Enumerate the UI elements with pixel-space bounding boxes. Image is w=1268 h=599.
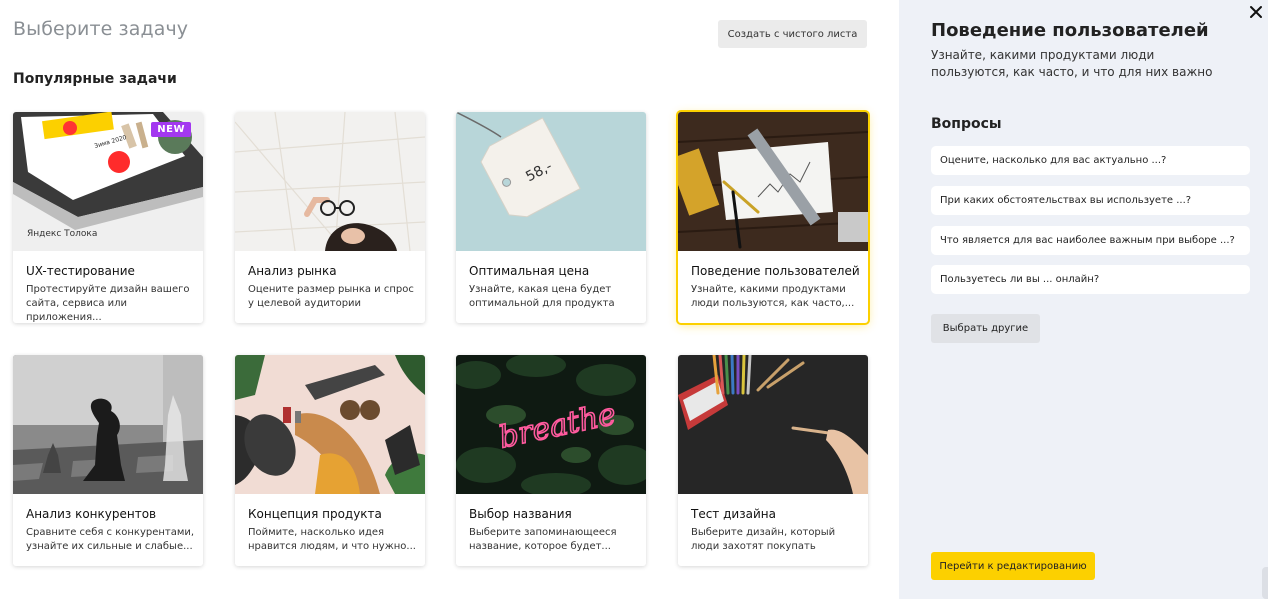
card-description: Узнайте, какая цена будет оптимальной дл… [469,284,615,309]
design-test-image [678,355,868,494]
optimal-price-image: 58,- [456,112,646,251]
panel-title: Поведение пользователей [931,20,1209,41]
user-behaviour-image [678,112,868,251]
new-badge: NEW [151,122,191,137]
task-card-market-analysis[interactable]: Анализ рынка Оцените размер рынка и спро… [235,112,425,323]
question-item[interactable]: Оцените, насколько для вас актуально ...… [931,146,1250,175]
card-title: UX-тестирование [26,264,135,278]
task-gallery: Выберите задачу Создать с чистого листа … [0,0,899,599]
card-description: Выберите дизайн, который люди захотят по… [691,527,836,552]
task-card-optimal-price[interactable]: 58,- Оптимальная цена Узнайте, какая цен… [456,112,646,323]
card-description: Выберите запоминающееся название, которо… [469,527,617,552]
task-card-user-behaviour[interactable]: Поведение пользователей Узнайте, какими … [678,112,868,323]
scrollbar-handle[interactable] [1262,567,1268,599]
card-description: Поймите, насколько идея нравится людям, … [248,527,416,552]
card-description: Оцените размер рынка и спрос у целевой а… [248,284,414,309]
create-blank-button[interactable]: Создать с чистого листа [718,20,867,48]
card-title: Выбор названия [469,507,572,521]
card-title: Поведение пользователей [691,264,860,278]
task-details-panel: Поведение пользователей Узнайте, какими … [899,0,1268,599]
close-icon[interactable] [1248,4,1264,20]
card-title: Оптимальная цена [469,264,590,278]
card-title: Анализ конкурентов [26,507,157,521]
panel-subtitle: Узнайте, какими продуктами люди пользуют… [931,48,1213,79]
question-item[interactable]: При каких обстоятельствах вы используете… [931,186,1250,215]
competitor-analysis-image [13,355,203,494]
card-title: Концепция продукта [248,507,382,521]
market-analysis-image [235,112,425,251]
card-description: Протестируйте дизайн вашего сайта, серви… [26,284,190,323]
page-title: Выберите задачу [13,18,189,40]
task-card-product-concept[interactable]: Концепция продукта Поймите, насколько ид… [235,355,425,566]
choose-other-questions-button[interactable]: Выбрать другие [931,314,1040,343]
card-title: Тест дизайна [691,507,776,521]
task-card-name-selection[interactable]: breathe Выбор названия Выберите запомина… [456,355,646,566]
task-card-design-test[interactable]: Тест дизайна Выберите дизайн, который лю… [678,355,868,566]
card-title: Анализ рынка [248,264,337,278]
question-item[interactable]: Пользуетесь ли вы ... онлайн? [931,265,1250,294]
product-concept-image [235,355,425,494]
questions-heading: Вопросы [931,116,1002,132]
card-description: Сравните себя с конкурентами, узнайте их… [26,527,195,552]
card-description: Узнайте, какими продуктами люди пользуют… [691,284,855,309]
task-card-ux-testing[interactable]: Зима 2020 Яндекс Толока NEW UX-тестирова… [13,112,203,323]
popular-tasks-heading: Популярные задачи [13,71,177,87]
question-item[interactable]: Что является для вас наиболее важным при… [931,226,1250,255]
yandex-toloka-logo-text: Яндекс Толока [27,229,97,239]
name-selection-image: breathe [456,355,646,494]
task-card-competitor-analysis[interactable]: Анализ конкурентов Сравните себя с конку… [13,355,203,566]
go-to-editing-button[interactable]: Перейти к редактированию [931,552,1095,580]
